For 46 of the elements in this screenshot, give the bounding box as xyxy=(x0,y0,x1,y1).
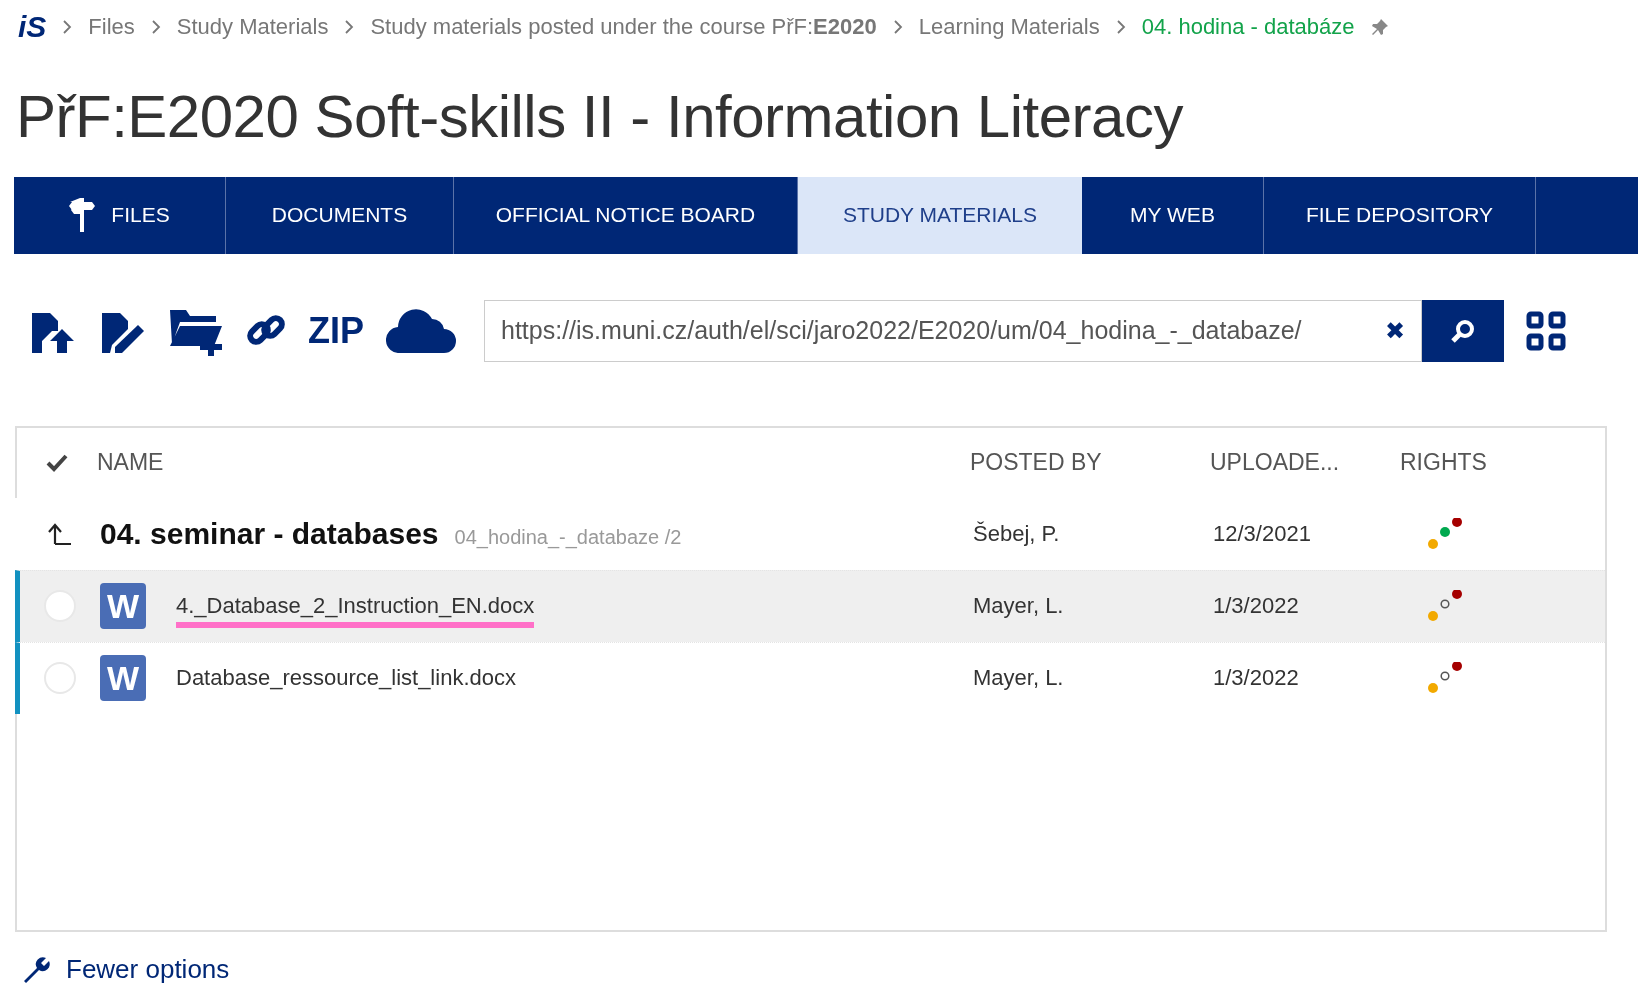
clear-button[interactable]: ✖ xyxy=(1385,316,1405,345)
rights-dots-icon xyxy=(1425,590,1465,623)
column-header[interactable]: NAME xyxy=(97,449,970,477)
path-field[interactable]: https://is.muni.cz/auth/el/sci/jaro2022/E2020/um/04_hodina_-_databaze/ ✖ xyxy=(484,299,1422,362)
grid-view-icon[interactable] xyxy=(1526,310,1566,351)
breadcrumb-link[interactable]: Study Materials xyxy=(176,13,329,40)
word-file-icon: W xyxy=(100,655,146,702)
tab[interactable]: STUDY MATERIALS xyxy=(798,176,1082,254)
wrench-icon xyxy=(22,954,52,985)
page-title: PřF:E2020 Soft-skills II - Information Literacy xyxy=(16,81,1185,151)
signpost-icon xyxy=(69,198,96,233)
pin-icon[interactable] xyxy=(1370,17,1389,36)
folder-title: 04. seminar - databases xyxy=(100,516,439,551)
chevron-icon xyxy=(150,19,161,34)
file-link[interactable]: 4._Database_2_Instruction_EN.docx xyxy=(176,593,535,629)
word-file-icon: W xyxy=(100,583,146,630)
rights-dots-icon xyxy=(1425,662,1465,695)
breadcrumb-link[interactable]: Study materials posted under the course PřF:E2020 xyxy=(370,13,877,40)
column-header[interactable]: RIGHTS xyxy=(1400,449,1605,477)
column-header[interactable]: POSTED BY xyxy=(970,449,1210,477)
fewer-options-link[interactable]: Fewer options xyxy=(66,954,230,985)
search-button[interactable] xyxy=(1422,299,1504,362)
table-cell-text: 1/3/2022 xyxy=(1213,665,1300,692)
table-cell-text: Šebej, P. xyxy=(973,520,1061,547)
chevron-icon xyxy=(344,19,355,34)
folder-path: 04_hodina_-_databaze /2 xyxy=(454,525,682,549)
up-arrow-icon[interactable] xyxy=(47,521,73,546)
table-cell-text: Mayer, L. xyxy=(973,665,1065,692)
chevron-icon xyxy=(892,19,903,34)
column-header[interactable]: UPLOADE... xyxy=(1210,449,1400,477)
checkmark-icon[interactable] xyxy=(46,453,68,472)
rights-dots-icon xyxy=(1425,517,1465,550)
file-row[interactable]: W Database_ressource_list_link.docx Mayer, L. 1/3/2022 xyxy=(15,641,1605,714)
file-link[interactable]: Database_ressource_list_link.docx xyxy=(176,665,516,701)
cloud-icon[interactable] xyxy=(386,308,456,353)
chevron-icon xyxy=(62,19,73,34)
table-cell-text: Mayer, L. xyxy=(973,593,1065,620)
chevron-icon xyxy=(1115,19,1126,34)
table-cell-text: 12/3/2021 xyxy=(1213,520,1312,547)
search-icon xyxy=(1450,317,1476,344)
breadcrumb-link[interactable]: Learning Materials xyxy=(918,13,1100,40)
file-row[interactable]: W 4._Database_2_Instruction_EN.docx Mayer, L. 1/3/2022 xyxy=(15,569,1605,642)
breadcrumb-link[interactable]: Files xyxy=(88,13,135,40)
zip-button[interactable]: ZIP xyxy=(308,309,364,352)
logo[interactable]: iS xyxy=(18,9,47,44)
table-cell-text: 1/3/2022 xyxy=(1213,593,1300,620)
